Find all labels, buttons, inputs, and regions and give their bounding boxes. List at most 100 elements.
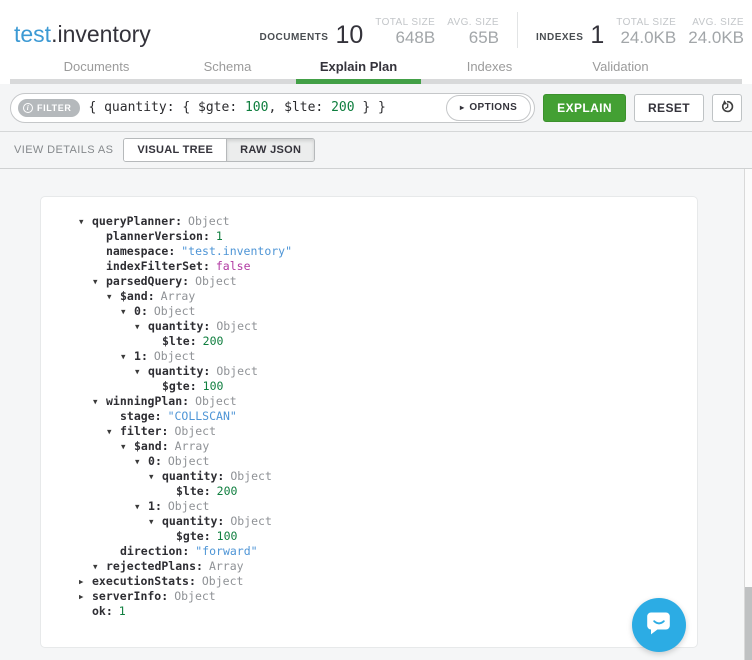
tree-key-colon: : [106,604,113,619]
tree-key: 1 [134,349,141,364]
collection-tabs: DocumentsSchemaExplain PlanIndexesValida… [0,54,752,84]
tree-key: quantity [148,319,203,334]
tree-key-colon: : [204,484,211,499]
tree-key-colon: : [141,304,148,319]
tree-key: filter [120,424,162,439]
tree-key: 0 [134,304,141,319]
tree-value: "test.inventory" [181,244,292,259]
tree-key-colon: : [162,439,169,454]
tree-key: quantity [162,469,217,484]
collapse-arrow-icon[interactable]: ▼ [107,289,120,304]
tab-indexes[interactable]: Indexes [424,54,555,84]
tree-type: Array [175,439,210,454]
collapse-arrow-icon[interactable]: ▼ [107,424,120,439]
tree-row: $gte:100 [51,529,687,544]
tree-key: queryPlanner [92,214,175,229]
collapse-arrow-icon[interactable]: ▼ [121,349,134,364]
tree-key: 1 [148,499,155,514]
tree-key: serverInfo [92,589,161,604]
filter-badge-label: FILTER [37,103,71,113]
expand-arrow-icon[interactable]: ▶ [79,589,92,604]
reset-button[interactable]: RESET [634,94,704,122]
scrollbar-track[interactable] [744,169,752,660]
tree-row: ▼0:Object [51,454,687,469]
tree-type: Object [188,214,230,229]
tree-key-colon: : [204,529,211,544]
tree-key-colon: : [155,454,162,469]
tree-key-colon: : [203,319,210,334]
tree-key-colon: : [168,244,175,259]
collapse-arrow-icon[interactable]: ▼ [79,214,92,229]
tab-documents[interactable]: Documents [31,54,162,84]
tree-row: direction:"forward" [51,544,687,559]
documents-count: 10 [335,23,363,48]
collapse-arrow-icon[interactable]: ▼ [93,559,106,574]
view-toggle-raw-json[interactable]: RAW JSON [226,139,314,161]
tree-key: $lte [176,484,204,499]
tree-key-colon: : [203,259,210,274]
filter-segment-number: 200 [331,100,354,115]
tree-key-colon: : [217,514,224,529]
tree-value: 1 [119,604,126,619]
tree-type: Object [174,424,216,439]
tree-type: Object [154,349,196,364]
tree-key-colon: : [190,379,197,394]
query-filter-pill: i FILTER { quantity: { $gte: 100, $lte: … [10,93,535,123]
collapse-arrow-icon[interactable]: ▼ [135,454,148,469]
collapse-arrow-icon[interactable]: ▼ [135,499,148,514]
tree-key-colon: : [162,424,169,439]
query-filter-input[interactable]: { quantity: { $gte: 100, $lte: 200 } } [80,100,446,115]
tree-type: Object [195,394,237,409]
tree-key-colon: : [196,559,203,574]
tree-row: $gte:100 [51,379,687,394]
options-button-label: OPTIONS [469,102,517,113]
tree-row: plannerVersion:1 [51,229,687,244]
tab-validation[interactable]: Validation [555,54,686,84]
scrollbar-thumb[interactable] [745,587,752,660]
collapse-arrow-icon[interactable]: ▼ [121,439,134,454]
tree-key: direction [120,544,182,559]
tree-key: quantity [162,514,217,529]
tree-key-colon: : [217,469,224,484]
caret-right-icon: ▸ [460,103,464,112]
collapse-arrow-icon[interactable]: ▼ [93,394,106,409]
tree-type: Object [202,574,244,589]
intercom-chat-button[interactable] [632,598,686,652]
view-details-label: VIEW DETAILS AS [14,144,113,156]
indexes-avg-size: 24.0KB [688,29,744,48]
collection-stats: DOCUMENTS 10 TOTAL SIZE 648B AVG. SIZE 6… [260,12,744,50]
tree-key: plannerVersion [106,229,203,244]
collapse-arrow-icon[interactable]: ▼ [135,319,148,334]
explain-button[interactable]: EXPLAIN [543,94,626,122]
collapse-arrow-icon[interactable]: ▼ [93,274,106,289]
tree-key: winningPlan [106,394,182,409]
collapse-arrow-icon[interactable]: ▼ [149,469,162,484]
tree-row: ▼rejectedPlans:Array [51,559,687,574]
expand-arrow-icon[interactable]: ▶ [79,574,92,589]
collapse-arrow-icon[interactable]: ▼ [121,304,134,319]
tree-row: ▼quantity: Object [51,514,687,529]
tree-key-colon: : [203,229,210,244]
raw-json-card: ▼queryPlanner:ObjectplannerVersion:1name… [40,196,698,648]
options-button[interactable]: ▸ OPTIONS [446,95,531,121]
tree-key: executionStats [92,574,189,589]
query-history-button[interactable] [712,94,742,122]
tree-key-colon: : [182,394,189,409]
tree-type: Object [154,304,196,319]
documents-total-size-label: TOTAL SIZE [375,17,435,28]
tab-schema[interactable]: Schema [162,54,293,84]
indexes-stats: INDEXES 1 TOTAL SIZE 24.0KB AVG. SIZE 24… [536,17,744,48]
tab-explain-plan[interactable]: Explain Plan [293,54,424,84]
view-toggle-visual-tree[interactable]: VISUAL TREE [124,139,226,161]
tree-key-colon: : [155,499,162,514]
tree-key: parsedQuery [106,274,182,289]
collapse-arrow-icon[interactable]: ▼ [149,514,162,529]
collapse-arrow-icon[interactable]: ▼ [135,364,148,379]
tree-key: ok [92,604,106,619]
tree-value: "forward" [195,544,257,559]
tree-type: Array [209,559,244,574]
tree-key: $gte [176,529,204,544]
tree-row: $lte:200 [51,334,687,349]
tree-type: Object [195,274,237,289]
tree-type: Object [230,514,272,529]
